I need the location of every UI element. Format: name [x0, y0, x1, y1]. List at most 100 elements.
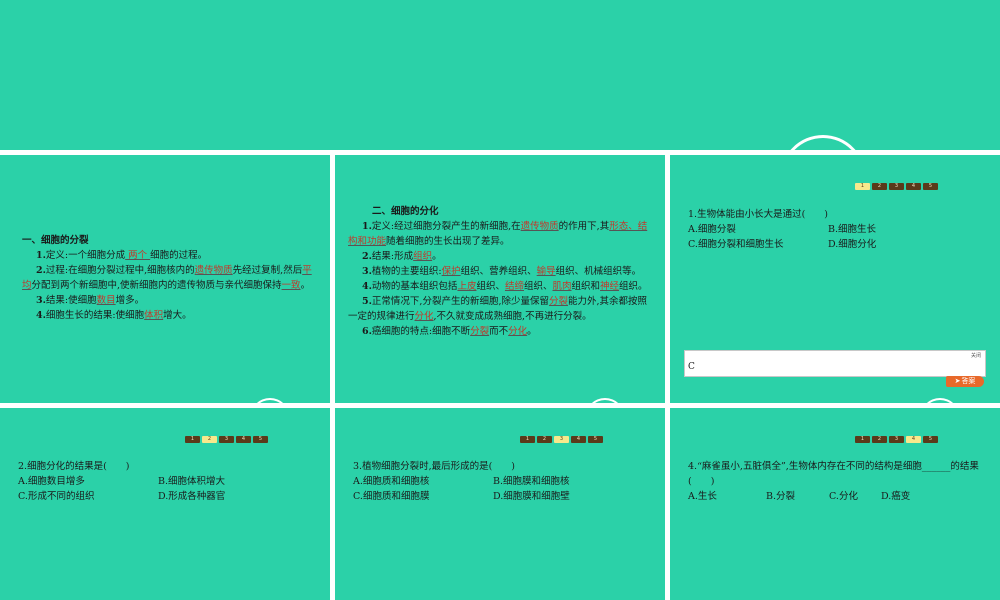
answer-button[interactable]: ➤ 答案	[946, 376, 984, 387]
pager-button-4[interactable]: 4	[906, 183, 921, 190]
question-4: 4.“麻雀虽小,五脏俱全”,生物体内存在不同的结构是细胞______的结果( )…	[688, 459, 988, 504]
note-item: 1.定义:一个细胞分成 两个 细胞的过程。	[22, 248, 312, 263]
fill-blank: 保护	[441, 266, 461, 277]
fill-blank: 分化	[508, 326, 528, 337]
note-text: 增大。	[163, 310, 192, 321]
question-stem: 3.植物细胞分裂时,最后形成的是( )	[353, 461, 515, 472]
option-c[interactable]: C.分化	[829, 489, 881, 504]
arrow-right-icon: ➤	[954, 377, 961, 385]
question-stem: 1.生物体能由小长大是通过( )	[688, 209, 828, 220]
pager-button-1[interactable]: 1	[855, 436, 870, 443]
pager-button-3[interactable]: 3	[219, 436, 234, 443]
note-text: 定义:一个细胞分成	[45, 250, 126, 261]
note-number: 4.	[36, 310, 46, 321]
option-a[interactable]: A.细胞质和细胞核	[353, 474, 493, 489]
option-a[interactable]: A.细胞数目增多	[18, 474, 158, 489]
slide-cell-division: 一、细胞的分裂 1.定义:一个细胞分成 两个 细胞的过程。 2.过程:在细胞分裂过…	[0, 155, 330, 403]
note-text: 植物的主要组织:	[371, 266, 442, 277]
slide-question-4: 12345 4.“麻雀虽小,五脏俱全”,生物体内存在不同的结构是细胞______…	[670, 408, 1000, 600]
section-heading: 一、细胞的分裂	[22, 235, 89, 246]
option-c[interactable]: C.细胞分裂和细胞生长	[688, 237, 828, 252]
notes-list: 1.定义:一个细胞分成 两个 细胞的过程。 2.过程:在细胞分裂过程中,细胞核内的…	[22, 248, 312, 323]
pager-button-5[interactable]: 5	[923, 183, 938, 190]
slide-question-3: 12345 3.植物细胞分裂时,最后形成的是( ) A.细胞质和细胞核 B.细胞…	[335, 408, 665, 600]
pager-button-5[interactable]: 5	[588, 436, 603, 443]
question-options: A.细胞数目增多 B.细胞体积增大 C.形成不同的组织 D.形成各种器官	[18, 474, 318, 504]
fill-blank: 遗传物质	[520, 221, 559, 232]
slide-cell-differentiation: 二、细胞的分化 1.定义:经过细胞分裂产生的新细胞,在遗传物质的作用下,其形态、…	[335, 155, 665, 403]
question-pager: 12345	[855, 183, 938, 190]
option-c[interactable]: C.细胞质和细胞膜	[353, 489, 493, 504]
fill-blank: 结缔	[504, 281, 524, 292]
pager-button-4[interactable]: 4	[571, 436, 586, 443]
note-text: 细胞的过程。	[150, 250, 208, 261]
note-item: 3.结果:使细胞数目增多。	[22, 293, 312, 308]
note-text: 先经过复制,然后	[232, 265, 303, 276]
fill-blank: 组织	[413, 251, 433, 262]
pager-button-3[interactable]: 3	[554, 436, 569, 443]
question-stem: 4.“麻雀虽小,五脏俱全”,生物体内存在不同的结构是细胞______的结果( )	[688, 461, 979, 487]
note-number: 4.	[362, 281, 372, 292]
pager-button-1[interactable]: 1	[855, 183, 870, 190]
answer-panel: 关闭 C	[684, 350, 986, 377]
note-text: 增多。	[115, 295, 145, 306]
pager-button-5[interactable]: 5	[253, 436, 268, 443]
note-number: 3.	[36, 295, 46, 306]
fill-blank: 肌肉	[552, 281, 572, 292]
pager-button-2[interactable]: 2	[872, 436, 887, 443]
pager-button-2[interactable]: 2	[202, 436, 217, 443]
option-d[interactable]: D.形成各种器官	[158, 489, 298, 504]
pager-button-2[interactable]: 2	[872, 183, 887, 190]
pager-button-2[interactable]: 2	[537, 436, 552, 443]
pager-button-4[interactable]: 4	[906, 436, 921, 443]
fill-blank: 分裂	[470, 326, 490, 337]
question-3: 3.植物细胞分裂时,最后形成的是( ) A.细胞质和细胞核 B.细胞膜和细胞核 …	[353, 459, 653, 504]
question-options: A.细胞质和细胞核 B.细胞膜和细胞核 C.细胞质和细胞膜 D.细胞膜和细胞壁	[353, 474, 653, 504]
note-item: 2.结果:形成组织。	[348, 249, 651, 264]
decorative-arc	[241, 389, 299, 403]
note-item: 4.细胞生长的结果:使细胞体积增大。	[22, 308, 312, 323]
option-c[interactable]: C.形成不同的组织	[18, 489, 158, 504]
answer-close-button[interactable]: 关闭	[971, 352, 981, 359]
option-d[interactable]: D.细胞膜和细胞壁	[493, 489, 633, 504]
option-a[interactable]: A.细胞分裂	[688, 222, 828, 237]
note-number: 2.	[362, 251, 372, 262]
note-number: 6.	[362, 326, 372, 337]
note-text: 组织、营养组织、	[460, 266, 537, 277]
note-text: 的作用下,其	[558, 221, 610, 232]
question-pager: 12345	[855, 436, 938, 443]
note-item: 1.定义:经过细胞分裂产生的新细胞,在遗传物质的作用下,其形态、结构和功能随着细…	[348, 219, 651, 249]
pager-button-4[interactable]: 4	[236, 436, 251, 443]
note-number: 5.	[362, 296, 372, 307]
option-b[interactable]: B.细胞体积增大	[158, 474, 298, 489]
note-number: 2.	[36, 265, 46, 276]
option-b[interactable]: B.细胞膜和细胞核	[493, 474, 633, 489]
pager-button-1[interactable]: 1	[185, 436, 200, 443]
note-text: 。	[432, 251, 442, 262]
option-b[interactable]: B.分裂	[766, 489, 829, 504]
note-text: 动物的基本组织包括	[371, 281, 458, 292]
note-text: 组织。	[619, 281, 648, 292]
question-pager: 12345	[185, 436, 268, 443]
question-stem: 2.细胞分化的结果是( )	[18, 461, 130, 472]
option-d[interactable]: D.癌变	[881, 489, 941, 504]
question-options: A.细胞分裂 B.细胞生长 C.细胞分裂和细胞生长 D.细胞分化	[688, 222, 988, 252]
note-text: ,不久就变成成熟细胞,不再进行分裂。	[433, 311, 592, 322]
pager-button-3[interactable]: 3	[889, 436, 904, 443]
section-heading: 二、细胞的分化	[372, 206, 439, 217]
question-2: 2.细胞分化的结果是( ) A.细胞数目增多 B.细胞体积增大 C.形成不同的组…	[18, 459, 318, 504]
pager-button-1[interactable]: 1	[520, 436, 535, 443]
note-item: 3.植物的主要组织:保护组织、营养组织、输导组织、机械组织等。	[348, 264, 651, 279]
question-pager: 12345	[520, 436, 603, 443]
note-number: 1.	[36, 250, 46, 261]
fill-blank: 数目	[96, 295, 116, 306]
note-text: 而不	[489, 326, 509, 337]
note-text: 随着细胞的生长出现了差异。	[386, 236, 510, 247]
pager-button-5[interactable]: 5	[923, 436, 938, 443]
option-b[interactable]: B.细胞生长	[828, 222, 968, 237]
pager-button-3[interactable]: 3	[889, 183, 904, 190]
fill-blank: 遗传物质	[194, 265, 233, 276]
option-d[interactable]: D.细胞分化	[828, 237, 968, 252]
answer-button-label: 答案	[961, 377, 976, 385]
option-a[interactable]: A.生长	[688, 489, 766, 504]
